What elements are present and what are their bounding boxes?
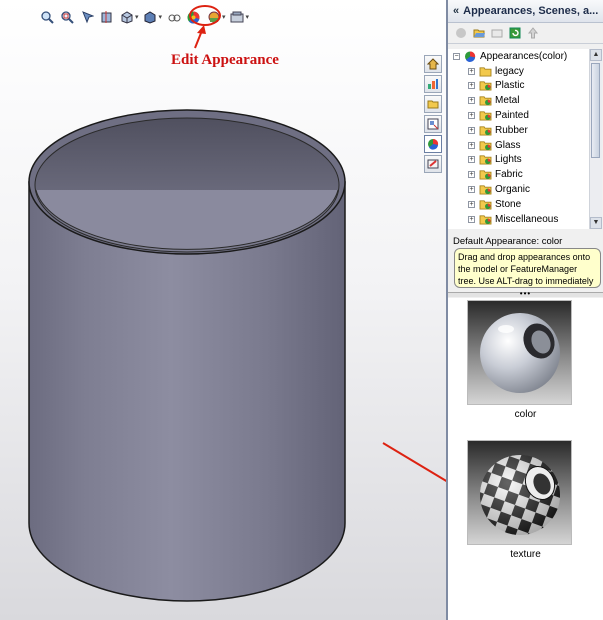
tree-item-plastic[interactable]: + Plastic (448, 79, 591, 94)
panel-toolbar (448, 23, 603, 44)
tree-item-label: Lights (495, 154, 522, 166)
pane-splitter[interactable]: ••• (448, 290, 603, 298)
new-folder-icon[interactable] (490, 26, 504, 40)
swatch-texture-label: texture (510, 549, 541, 560)
folder-icon (479, 126, 492, 136)
expand-icon[interactable]: + (468, 171, 475, 179)
tree-item-label: Rubber (495, 124, 528, 136)
appearances-icon[interactable] (424, 135, 442, 153)
expand-icon[interactable]: + (468, 82, 475, 90)
home-icon[interactable] (424, 55, 442, 73)
tree-item-label: Metal (495, 95, 520, 107)
folder-icon (479, 200, 492, 210)
tree-scrollbar[interactable]: ▲ ▼ (589, 49, 602, 229)
collapse-icon[interactable]: − (453, 52, 460, 60)
expand-icon[interactable]: + (468, 186, 475, 194)
folder-icon (479, 111, 492, 121)
custom-properties-icon[interactable] (424, 155, 442, 173)
expand-icon[interactable]: + (468, 141, 475, 149)
cylinder-model[interactable] (0, 0, 446, 620)
appearance-swatch-gallery: color texture (448, 298, 603, 620)
panel-title: Appearances, Scenes, a... (463, 5, 599, 17)
expand-icon[interactable]: + (468, 67, 475, 75)
view-palette-icon[interactable] (424, 115, 442, 133)
back-icon[interactable] (454, 26, 468, 40)
swatch-texture[interactable] (467, 440, 572, 545)
expand-icon[interactable]: + (468, 200, 475, 208)
tree-item-legacy[interactable]: + legacy (448, 64, 591, 79)
panel-title-bar: « Appearances, Scenes, a... (448, 0, 603, 23)
folder-icon (479, 67, 492, 77)
task-pane-tabs (424, 55, 446, 175)
featuremanager-icon[interactable] (424, 75, 442, 93)
swatch-color[interactable] (467, 300, 572, 405)
tree-item-label: Glass (495, 139, 521, 151)
tree-item-metal[interactable]: + Metal (448, 93, 591, 108)
drag-drop-tooltip: Drag and drop appearances onto the model… (454, 248, 601, 288)
folder-icon (479, 141, 492, 151)
swatch-color-label: color (514, 409, 537, 420)
appearances-tree: − Appearances(color) + legacy + Plastic + Met… (448, 49, 591, 229)
appearances-task-pane: « Appearances, Scenes, a... − Appearance… (446, 0, 603, 620)
tree-item-label: Plastic (495, 80, 525, 92)
tree-item-painted[interactable]: + Painted (448, 108, 591, 123)
folder-icon (479, 96, 492, 106)
folder-icon (479, 185, 492, 195)
folder-icon (479, 170, 492, 180)
file-explorer-icon[interactable] (424, 95, 442, 113)
scrollbar-thumb[interactable] (591, 63, 600, 158)
collapse-chevron-icon[interactable]: « (453, 5, 459, 17)
folder-icon (479, 215, 492, 225)
appearance-ball-icon (465, 51, 476, 62)
tree-item-label: Miscellaneous (495, 213, 559, 225)
tree-root-label: Appearances(color) (480, 50, 568, 62)
tree-item-glass[interactable]: + Glass (448, 138, 591, 153)
open-folder-icon[interactable] (472, 26, 486, 40)
tree-item-label: Fabric (495, 169, 523, 181)
tree-item-label: legacy (495, 65, 524, 77)
tree-item-stone[interactable]: + Stone (448, 197, 591, 212)
tree-item-fabric[interactable]: + Fabric (448, 167, 591, 182)
expand-icon[interactable]: + (468, 126, 475, 134)
expand-icon[interactable]: + (468, 112, 475, 120)
tree-item-label: Painted (495, 110, 529, 122)
scroll-up-icon[interactable]: ▲ (590, 49, 602, 61)
graphics-area[interactable]: ▾ ▾ ▾ ▾ Edit Appearance (0, 0, 446, 620)
expand-icon[interactable]: + (468, 97, 475, 105)
default-appearance-status: Default Appearance: color (453, 236, 563, 247)
tree-item-miscellaneous[interactable]: + Miscellaneous (448, 212, 591, 227)
tree-item-organic[interactable]: + Organic (448, 182, 591, 197)
expand-icon[interactable]: + (468, 215, 475, 223)
folder-icon (479, 155, 492, 166)
tree-root[interactable]: − Appearances(color) (448, 49, 591, 64)
expand-icon[interactable]: + (468, 156, 475, 164)
tree-item-label: Organic (495, 184, 531, 196)
refresh-icon[interactable] (508, 26, 522, 40)
scroll-down-icon[interactable]: ▼ (590, 217, 602, 229)
folder-icon (479, 81, 492, 92)
up-arrow-icon[interactable] (526, 26, 540, 40)
tree-item-rubber[interactable]: + Rubber (448, 123, 591, 138)
tree-item-label: Stone (495, 198, 522, 210)
tree-item-lights[interactable]: + Lights (448, 153, 591, 168)
